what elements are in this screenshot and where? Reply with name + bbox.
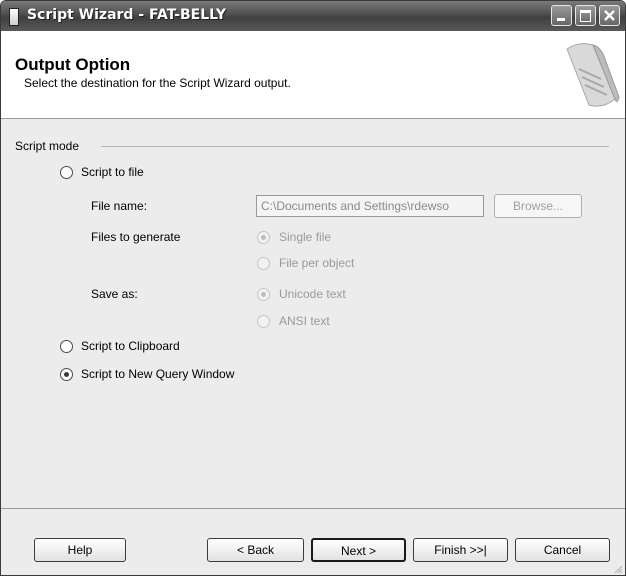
back-button[interactable]: < Back <box>207 538 304 562</box>
file-per-object-radio[interactable] <box>257 257 270 270</box>
script-to-new-query-window-label[interactable]: Script to New Query Window <box>81 367 234 381</box>
script-to-new-query-window-radio[interactable] <box>60 368 73 381</box>
files-to-generate-label: Files to generate <box>91 230 181 244</box>
script-to-file-label[interactable]: Script to file <box>81 165 144 179</box>
minimize-button[interactable] <box>551 5 572 26</box>
script-to-file-radio[interactable] <box>60 166 73 179</box>
ansi-text-radio[interactable] <box>257 315 270 328</box>
scroll-document-icon <box>566 43 620 107</box>
save-as-label: Save as: <box>91 287 138 301</box>
group-divider <box>101 146 609 147</box>
wizard-footer: Help < Back Next > Finish >>| Cancel <box>1 508 625 575</box>
help-button[interactable]: Help <box>34 538 126 562</box>
page-title: Output Option <box>15 55 131 74</box>
unicode-text-radio[interactable] <box>257 288 270 301</box>
single-file-label[interactable]: Single file <box>279 230 331 244</box>
ansi-text-label[interactable]: ANSI text <box>279 314 330 328</box>
cancel-button[interactable]: Cancel <box>515 538 610 562</box>
finish-button[interactable]: Finish >>| <box>413 538 508 562</box>
resize-grip-icon[interactable] <box>613 564 623 574</box>
single-file-radio[interactable] <box>257 231 270 244</box>
wizard-header: Output Option Select the destination for… <box>1 31 625 119</box>
file-name-input[interactable]: C:\Documents and Settings\rdewso <box>256 195 484 217</box>
script-mode-group-label: Script mode <box>15 139 86 153</box>
maximize-button[interactable] <box>575 5 596 26</box>
wizard-content: Script mode Script to file File name: C:… <box>1 119 625 508</box>
script-to-clipboard-radio[interactable] <box>60 340 73 353</box>
browse-button[interactable]: Browse... <box>494 194 582 218</box>
window-icon <box>9 8 19 26</box>
title-bar[interactable]: Script Wizard - FAT-BELLY <box>1 1 625 31</box>
script-to-clipboard-label[interactable]: Script to Clipboard <box>81 339 180 353</box>
unicode-text-label[interactable]: Unicode text <box>279 287 346 301</box>
file-name-label: File name: <box>91 199 148 213</box>
next-button[interactable]: Next > <box>311 538 406 562</box>
close-icon <box>604 10 615 21</box>
page-subtitle: Select the destination for the Script Wi… <box>24 76 291 90</box>
file-per-object-label[interactable]: File per object <box>279 256 354 270</box>
script-wizard-window: Script Wizard - FAT-BELLY Output Option … <box>0 0 626 576</box>
window-title: Script Wizard - FAT-BELLY <box>27 7 227 23</box>
close-button[interactable] <box>599 5 620 26</box>
